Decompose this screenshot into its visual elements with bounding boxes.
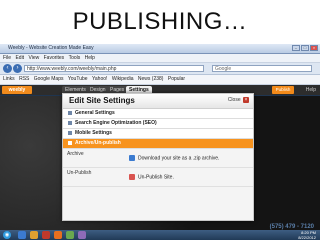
back-icon[interactable]: ‹ — [3, 64, 12, 73]
slide-title: PUBLISHING… — [72, 8, 248, 35]
search-engine-icon — [68, 120, 72, 125]
unpublish-icon — [129, 174, 135, 180]
start-button-icon[interactable]: ◉ — [3, 231, 11, 239]
link-item[interactable]: Popular — [168, 75, 185, 84]
ie-icon[interactable] — [18, 231, 26, 239]
download-icon — [129, 155, 135, 161]
os-taskbar: ◉ 8:20 PM 8/22/2012 — [0, 230, 320, 240]
download-archive-text: Download your site as a .zip archive. — [138, 155, 220, 162]
window-controls: – □ × — [292, 45, 318, 51]
menu-edit[interactable]: Edit — [15, 54, 24, 62]
dialog-header: Edit Site Settings Close × — [63, 94, 253, 109]
menu-file[interactable]: File — [3, 54, 11, 62]
link-item[interactable]: Links — [3, 75, 15, 84]
dialog-title: Edit Site Settings — [69, 96, 135, 105]
menu-help[interactable]: Help — [85, 54, 95, 62]
link-item[interactable]: Yahoo! — [92, 75, 107, 84]
settings-icon — [68, 110, 72, 115]
edit-site-settings-dialog: Edit Site Settings Close × General Setti… — [62, 93, 254, 221]
menu-general-settings[interactable]: General Settings — [63, 109, 253, 119]
forward-icon[interactable]: › — [13, 64, 22, 73]
help-link[interactable]: Help — [306, 86, 316, 94]
clock-date: 8/22/2012 — [298, 235, 316, 240]
address-bar: ‹ › http://www.weebly.com/weebly/main.ph… — [0, 63, 320, 75]
menu-label: General Settings — [75, 110, 115, 116]
menu-tools[interactable]: Tools — [69, 54, 81, 62]
taskbar-clock: 8:20 PM 8/22/2012 — [298, 230, 316, 240]
publish-button[interactable]: Publish — [272, 86, 294, 94]
link-item[interactable]: RSS — [19, 75, 29, 84]
unpublish-link[interactable]: Un-Publish Site. — [129, 174, 174, 180]
unpublish-label: Un-Publish — [67, 170, 92, 176]
maximize-button[interactable]: □ — [301, 45, 309, 51]
unpublish-section: Un-Publish Un-Publish Site. — [63, 168, 253, 187]
close-icon: × — [243, 97, 249, 103]
folder-icon[interactable] — [30, 231, 38, 239]
weebly-logo: weebly — [2, 86, 32, 94]
archive-icon — [68, 140, 72, 145]
media-icon[interactable] — [42, 231, 50, 239]
menu-favorites[interactable]: Favorites — [44, 54, 65, 62]
menu-archive-unpublish[interactable]: Archive/Un-publish — [63, 139, 253, 149]
search-field[interactable]: Google — [212, 65, 312, 72]
minimize-button[interactable]: – — [292, 45, 300, 51]
link-item[interactable]: News (238) — [138, 75, 164, 84]
close-window-button[interactable]: × — [310, 45, 318, 51]
download-archive-link[interactable]: Download your site as a .zip archive. — [129, 155, 219, 161]
menu-label: Search Engine Optimization (SEO) — [75, 120, 157, 126]
menu-mobile-settings[interactable]: Mobile Settings — [63, 129, 253, 139]
firefox-icon[interactable] — [54, 231, 62, 239]
window-title-bar: Weebly - Website Creation Made Easy – □ … — [0, 44, 320, 54]
app-icon[interactable] — [66, 231, 74, 239]
archive-label: Archive — [67, 151, 84, 157]
url-field[interactable]: http://www.weebly.com/weebly/main.php — [24, 65, 204, 72]
link-item[interactable]: YouTube — [68, 75, 88, 84]
links-bar: Links RSS Google Maps YouTube Yahoo! Wik… — [0, 75, 320, 85]
menu-label: Mobile Settings — [75, 130, 112, 136]
app-icon[interactable] — [78, 231, 86, 239]
archive-section: Archive Download your site as a .zip arc… — [63, 149, 253, 168]
window-title: Weebly - Website Creation Made Easy — [8, 45, 94, 51]
unpublish-text: Un-Publish Site. — [138, 174, 174, 181]
close-label: Close — [227, 97, 241, 103]
menu-seo[interactable]: Search Engine Optimization (SEO) — [63, 119, 253, 129]
menu-label: Archive/Un-publish — [75, 140, 121, 146]
menu-view[interactable]: View — [28, 54, 39, 62]
mobile-icon — [68, 130, 72, 135]
link-item[interactable]: Wikipedia — [112, 75, 134, 84]
link-item[interactable]: Google Maps — [34, 75, 64, 84]
browser-menu-bar: File Edit View Favorites Tools Help — [0, 54, 320, 63]
dialog-close-button[interactable]: Close × — [228, 97, 249, 103]
